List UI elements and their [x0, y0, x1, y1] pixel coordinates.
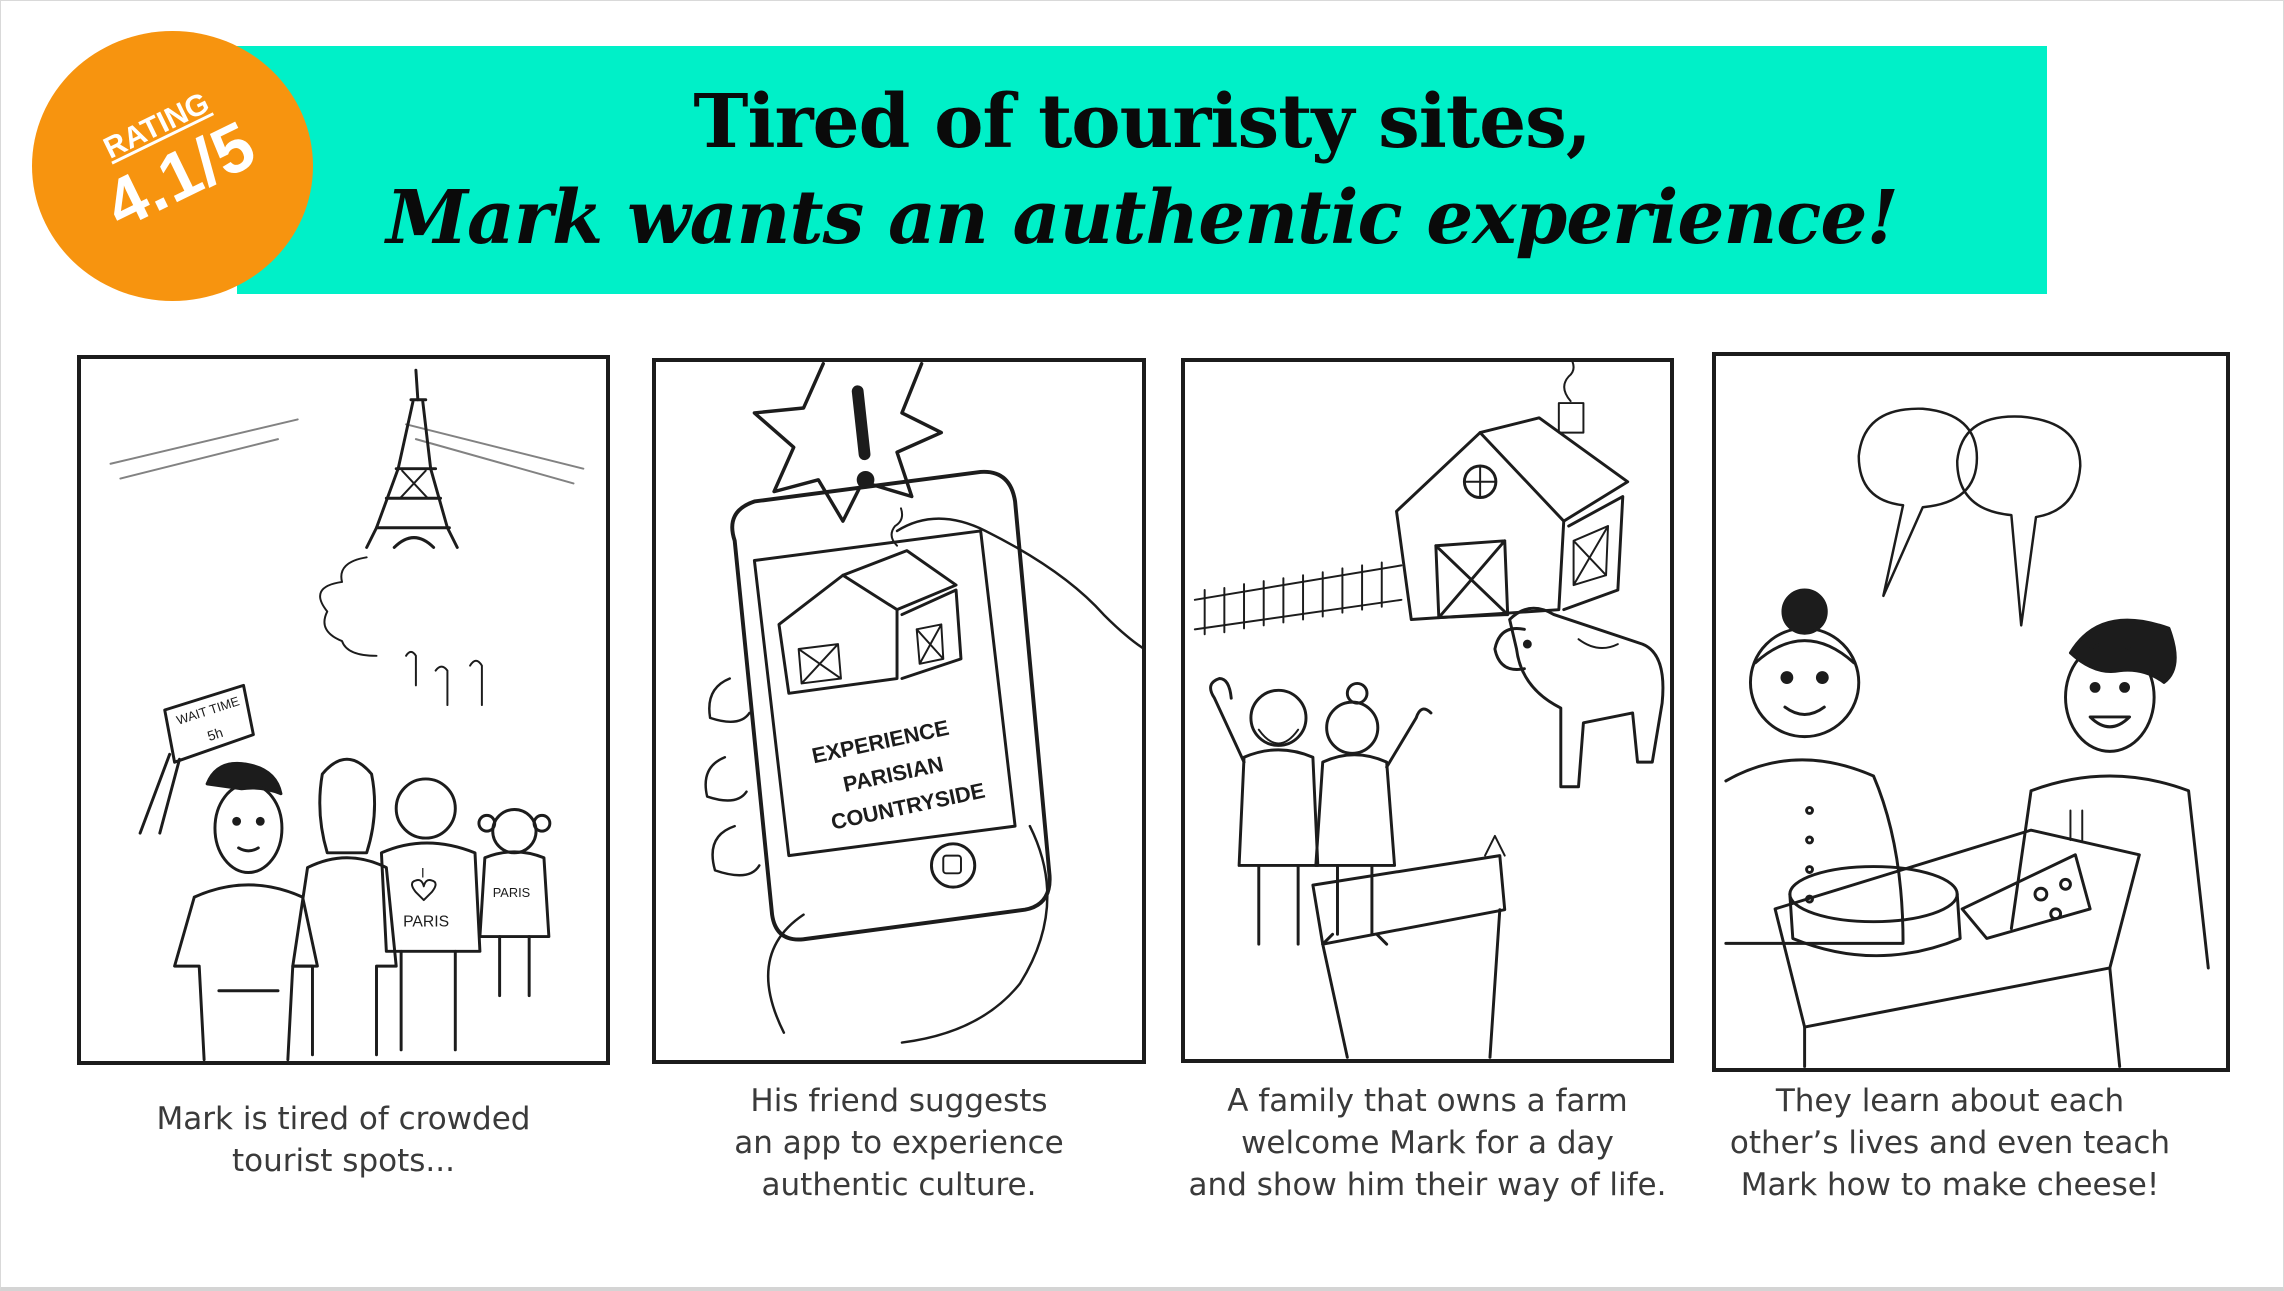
panel-4-illustration: [1724, 407, 2210, 1068]
panel-3-illustration: [1193, 362, 1665, 1059]
caption-panel-2: His friend suggests an app to experience…: [734, 1083, 1064, 1203]
cow-icon: [1493, 606, 1665, 789]
caption-panel-3: A family that owns a farm welcome Mark f…: [1188, 1083, 1667, 1203]
eiffel-tower-icon: [365, 368, 459, 549]
grandfather-character: [1209, 677, 1320, 946]
heart-text: I: [421, 865, 425, 880]
panel-2-illustration: EXPERIENCE PARISIAN COUNTRYSIDE: [704, 362, 1142, 1044]
tourist-paris-shirt: I PARIS: [379, 777, 482, 1052]
comic-panel-3: [1181, 358, 1674, 1063]
comic-panel-1: WAIT TIME 5h I PARIS PARIS: [77, 355, 610, 1065]
shirt-text-paris-2: PARIS: [493, 885, 530, 900]
sign-value: 5h: [206, 725, 225, 744]
grandmother-character: [1724, 588, 1905, 945]
table-icon: [1773, 828, 2141, 1068]
smartphone-icon: [730, 469, 1052, 942]
chair-icon: [1311, 834, 1507, 1059]
barn-icon: [1395, 362, 1630, 621]
tourist-long-hair: [291, 757, 398, 1057]
wait-time-sign: WAIT TIME 5h: [138, 683, 255, 835]
speech-bubble-icon: [1857, 407, 2082, 627]
mark-character: [173, 761, 319, 1061]
title-line-1: Tired of touristy sites,: [693, 79, 1591, 165]
title-line-2: Mark wants an authentic experience!: [386, 175, 1899, 261]
caption-panel-1: Mark is tired of crowded tourist spots..…: [156, 1101, 531, 1179]
comic-panel-4: [1712, 352, 2230, 1072]
mark-character: [2009, 618, 2210, 970]
sign-label: WAIT TIME: [175, 693, 242, 727]
panel-1-illustration: WAIT TIME 5h I PARIS PARIS: [109, 368, 585, 1061]
rating-badge: RATING 4.1/5: [32, 31, 313, 301]
tourist-pigtails: PARIS: [477, 808, 552, 998]
grandmother-character: [1314, 681, 1433, 946]
title-banner: Tired of touristy sites, Mark wants an a…: [237, 46, 2047, 294]
rating-text: RATING 4.1/5: [32, 54, 313, 265]
comic-panel-2: EXPERIENCE PARISIAN COUNTRYSIDE: [652, 358, 1146, 1064]
caption-panel-4: They learn about each other’s lives and …: [1729, 1083, 2171, 1203]
shirt-text-paris-1: PARIS: [403, 914, 449, 931]
